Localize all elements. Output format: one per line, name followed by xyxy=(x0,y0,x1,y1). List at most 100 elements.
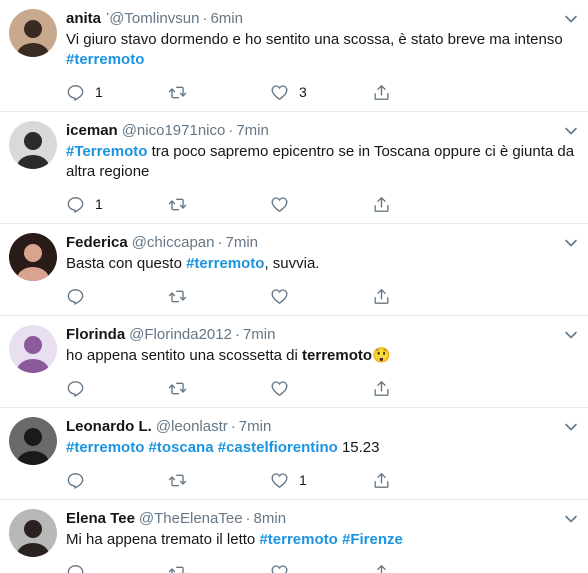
user-name[interactable]: Leonardo L. xyxy=(66,418,152,436)
tweet[interactable]: Federica @chiccapan · 7min Basta con que… xyxy=(0,224,588,316)
reply-icon xyxy=(67,380,84,397)
retweet-icon xyxy=(168,290,187,302)
retweet-button[interactable] xyxy=(168,471,270,490)
tweet-time[interactable]: 7min xyxy=(236,122,269,140)
tweet[interactable]: Florinda @Florinda2012 · 7min ho appena … xyxy=(0,316,588,408)
hashtag-link[interactable]: #castelfiorentino xyxy=(218,439,338,456)
tweet[interactable]: anita ͘͘ @Tomlinvsun · 6min Vi giuro sta… xyxy=(0,0,588,112)
hashtag-link[interactable]: #terremoto xyxy=(259,531,337,548)
hashtag-link[interactable]: #Terremoto xyxy=(66,143,147,160)
tweet-header: Florinda @Florinda2012 · 7min xyxy=(66,326,578,344)
chevron-down-icon[interactable] xyxy=(564,236,578,250)
retweet-icon xyxy=(168,382,187,394)
retweet-button[interactable] xyxy=(168,195,270,214)
tweet[interactable]: Elena Tee @TheElenaTee · 8min Mi ha appe… xyxy=(0,500,588,573)
user-handle[interactable]: @nico1971nico xyxy=(122,122,226,140)
share-icon xyxy=(374,472,389,488)
user-name[interactable]: anita ͘͘ xyxy=(66,10,105,28)
user-name[interactable]: iceman xyxy=(66,122,118,140)
reply-button[interactable] xyxy=(66,563,168,573)
tweet-feed: anita ͘͘ @Tomlinvsun · 6min Vi giuro sta… xyxy=(0,0,588,573)
tweet-time[interactable]: 7min xyxy=(243,326,276,344)
like-button[interactable] xyxy=(270,563,372,573)
retweet-button[interactable] xyxy=(168,83,270,102)
tweet-time[interactable]: 7min xyxy=(225,234,258,252)
tweet-time[interactable]: 6min xyxy=(210,10,243,28)
retweet-icon xyxy=(168,198,187,210)
tweet-time[interactable]: 7min xyxy=(239,418,272,436)
retweet-icon xyxy=(168,566,187,573)
like-count: 3 xyxy=(299,84,307,100)
avatar[interactable] xyxy=(9,509,57,557)
chevron-down-icon[interactable] xyxy=(564,12,578,26)
like-button[interactable] xyxy=(270,287,372,306)
tweet-text: #Terremoto tra poco sapremo epicentro se… xyxy=(66,142,578,182)
reply-button[interactable] xyxy=(66,471,168,490)
tweet-text: Vi giuro stavo dormendo e ho sentito una… xyxy=(66,30,578,70)
avatar[interactable] xyxy=(9,417,57,465)
hashtag-link[interactable]: #toscana xyxy=(149,439,214,456)
tweet-text: ho appena sentito una scossetta di terre… xyxy=(66,346,578,366)
reply-button[interactable]: 1 xyxy=(66,195,168,214)
reply-icon xyxy=(67,564,84,573)
reply-icon xyxy=(67,196,84,213)
share-icon xyxy=(374,380,389,396)
like-icon xyxy=(271,196,288,212)
user-handle[interactable]: @leonlastr xyxy=(156,418,228,436)
separator-dot: · xyxy=(217,234,223,251)
separator-dot: · xyxy=(234,326,240,343)
like-button[interactable]: 1 xyxy=(270,471,372,490)
tweet-text-segment: Vi giuro stavo dormendo e ho sentito una… xyxy=(66,31,563,48)
like-button[interactable] xyxy=(270,379,372,398)
tweet[interactable]: Leonardo L. @leonlastr · 7min #terremoto… xyxy=(0,408,588,500)
reply-button[interactable] xyxy=(66,379,168,398)
user-name[interactable]: Elena Tee xyxy=(66,510,135,528)
hashtag-link[interactable]: #terremoto xyxy=(66,51,144,68)
share-button[interactable] xyxy=(372,563,474,573)
like-count: 1 xyxy=(299,472,307,488)
tweet-header: Elena Tee @TheElenaTee · 8min xyxy=(66,510,578,528)
hashtag-link[interactable]: #terremoto xyxy=(66,439,144,456)
hashtag-link[interactable]: #terremoto xyxy=(186,255,264,272)
chevron-down-icon[interactable] xyxy=(564,512,578,526)
share-button[interactable] xyxy=(372,471,474,490)
tweet-actions xyxy=(66,553,578,573)
reply-count: 1 xyxy=(95,84,103,100)
like-button[interactable] xyxy=(270,195,372,214)
avatar[interactable] xyxy=(9,233,57,281)
reply-button[interactable]: 1 xyxy=(66,83,168,102)
retweet-button[interactable] xyxy=(168,379,270,398)
reply-icon xyxy=(67,288,84,305)
chevron-down-icon[interactable] xyxy=(564,420,578,434)
tweet-text-segment: 15.23 xyxy=(337,439,380,456)
user-handle[interactable]: @chiccapan xyxy=(132,234,215,252)
share-button[interactable] xyxy=(372,83,474,102)
user-handle[interactable]: @Tomlinvsun xyxy=(109,10,199,28)
retweet-icon xyxy=(168,86,187,98)
tweet-time[interactable]: 8min xyxy=(254,510,287,528)
tweet-header: iceman @nico1971nico · 7min xyxy=(66,122,578,140)
tweet[interactable]: iceman @nico1971nico · 7min #Terremoto t… xyxy=(0,112,588,224)
like-button[interactable]: 3 xyxy=(270,83,372,102)
retweet-button[interactable] xyxy=(168,563,270,573)
share-button[interactable] xyxy=(372,379,474,398)
user-handle[interactable]: @TheElenaTee xyxy=(139,510,243,528)
tweet-text-segment: Basta con questo xyxy=(66,255,187,272)
chevron-down-icon[interactable] xyxy=(564,328,578,342)
user-name[interactable]: Federica xyxy=(66,234,128,252)
tweet-header: Federica @chiccapan · 7min xyxy=(66,234,578,252)
retweet-button[interactable] xyxy=(168,287,270,306)
avatar[interactable] xyxy=(9,325,57,373)
share-button[interactable] xyxy=(372,195,474,214)
like-icon xyxy=(271,84,288,100)
reply-button[interactable] xyxy=(66,287,168,306)
hashtag-link[interactable]: #Firenze xyxy=(342,531,403,548)
user-handle[interactable]: @Florinda2012 xyxy=(129,326,232,344)
avatar[interactable] xyxy=(9,121,57,169)
share-button[interactable] xyxy=(372,287,474,306)
separator-dot: · xyxy=(230,418,236,435)
user-name[interactable]: Florinda xyxy=(66,326,125,344)
avatar[interactable] xyxy=(9,9,57,57)
chevron-down-icon[interactable] xyxy=(564,124,578,138)
avatar-image xyxy=(9,417,57,465)
